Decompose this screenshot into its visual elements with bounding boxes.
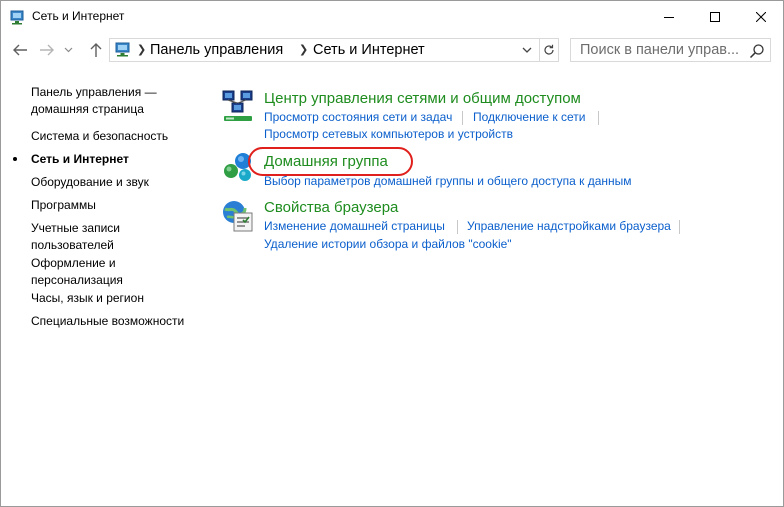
sidebar-item-label: Система и безопасность [31, 129, 169, 143]
arrow-left-icon [13, 44, 27, 56]
window-title: Сеть и Интернет [32, 9, 125, 23]
link-change-homepage[interactable]: Изменение домашней страницы [264, 219, 445, 233]
recent-locations-button[interactable] [61, 39, 75, 61]
breadcrumb-control-panel[interactable]: Панель управления [150, 42, 283, 58]
link-manage-addons[interactable]: Управление надстройками браузера [467, 219, 671, 233]
link-separator [679, 220, 680, 234]
minimize-button[interactable] [646, 1, 692, 32]
sidebar-item-control-panel-home[interactable]: Панель управления — домашняя страница [31, 84, 206, 118]
search-icon[interactable] [749, 43, 765, 59]
link-separator [457, 220, 458, 234]
navigation-bar: ❯ Панель управления ❯ Сеть и Интернет По… [1, 32, 783, 68]
breadcrumb-network-internet[interactable]: Сеть и Интернет [313, 42, 425, 58]
current-item-bullet [13, 157, 17, 161]
sidebar-item-user-accounts[interactable]: Учетные записи пользователей [31, 220, 206, 254]
breadcrumb-separator-icon[interactable]: ❯ [137, 43, 146, 56]
sidebar-item-appearance[interactable]: Оформление и персонализация [31, 255, 206, 289]
internet-options-icon[interactable] [221, 199, 255, 233]
sidebar-item-ease-of-access[interactable]: Специальные возможности [31, 313, 206, 330]
link-connect-to-network[interactable]: Подключение к сети [473, 110, 585, 124]
sidebar-item-label: Оформление и [31, 256, 116, 270]
sidebar-item-label: Сеть и Интернет [31, 152, 129, 166]
control-panel-window: Сеть и Интернет ❯ Панель управления ❯ Се… [0, 0, 784, 507]
network-folder-icon [10, 10, 24, 25]
sidebar-item-label: Часы, язык и регион [31, 291, 144, 305]
link-separator [598, 111, 599, 125]
chevron-down-icon[interactable] [520, 43, 534, 57]
link-separator [462, 111, 463, 125]
sidebar-item-label: пользователей [31, 238, 114, 252]
sidebar-item-system-security[interactable]: Система и безопасность [31, 128, 206, 145]
sidebar-item-label: Оборудование и звук [31, 175, 149, 189]
arrow-right-icon [40, 44, 54, 56]
sidebar-item-label: Специальные возможности [31, 314, 185, 328]
link-view-network-computers[interactable]: Просмотр сетевых компьютеров и устройств [264, 127, 513, 141]
sidebar-item-clock-language-region[interactable]: Часы, язык и регион [31, 290, 206, 307]
link-delete-browsing-history[interactable]: Удаление истории обзора и файлов "cookie… [264, 237, 512, 251]
search-input[interactable]: Поиск в панели управ... [570, 38, 771, 62]
address-bar[interactable]: ❯ Панель управления ❯ Сеть и Интернет [109, 38, 540, 62]
category-title-internet-options[interactable]: Свойства браузера [264, 199, 398, 216]
sidebar-item-network-internet: Сеть и Интернет [31, 151, 206, 168]
minimize-icon [664, 16, 674, 18]
sidebar-item-programs[interactable]: Программы [31, 197, 206, 214]
forward-button[interactable] [36, 39, 58, 61]
up-button[interactable] [85, 39, 107, 61]
sidebar-item-label: домашняя страница [31, 102, 144, 116]
refresh-button[interactable] [539, 38, 559, 62]
link-view-network-status[interactable]: Просмотр состояния сети и задач [264, 110, 452, 124]
search-placeholder: Поиск в панели управ... [580, 42, 740, 58]
network-center-icon[interactable] [221, 90, 255, 124]
maximize-button[interactable] [692, 1, 738, 32]
chevron-down-icon [64, 47, 72, 53]
maximize-icon [710, 11, 720, 22]
highlight-annotation [248, 147, 413, 176]
sidebar-item-hardware-sound[interactable]: Оборудование и звук [31, 174, 206, 191]
sidebar-item-label: Панель управления — [31, 85, 157, 99]
category-title-network-center[interactable]: Центр управления сетями и общим доступом [264, 90, 581, 107]
sidebar-item-label: персонализация [31, 273, 123, 287]
sidebar-item-label: Программы [31, 198, 96, 212]
breadcrumb-separator-icon[interactable]: ❯ [299, 43, 308, 56]
close-button[interactable] [738, 1, 783, 32]
network-folder-icon [115, 42, 130, 57]
back-button[interactable] [9, 39, 31, 61]
sidebar-item-label: Учетные записи [31, 221, 120, 235]
title-bar[interactable]: Сеть и Интернет [1, 1, 783, 32]
refresh-icon [543, 44, 554, 55]
close-icon [756, 11, 766, 22]
link-homegroup-settings[interactable]: Выбор параметров домашней группы и общег… [264, 174, 632, 188]
arrow-up-icon [90, 43, 102, 57]
